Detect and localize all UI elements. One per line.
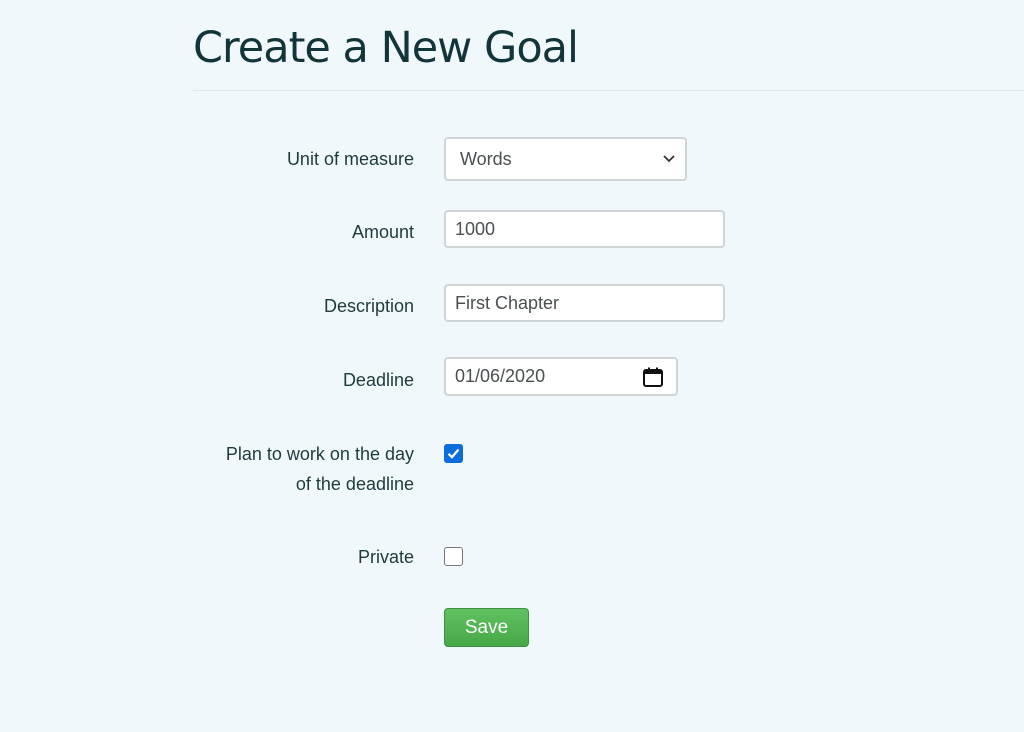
amount-label: Amount [351, 222, 414, 242]
description-value: First Chapter [455, 292, 560, 313]
private-label: Private [357, 547, 414, 567]
check-icon [447, 448, 460, 459]
amount-value: 1000 [455, 218, 496, 239]
private-checkbox[interactable] [444, 547, 463, 566]
amount-input[interactable]: 1000 [444, 210, 725, 248]
plan-deadline-label-line1: Plan to work on the day [225, 444, 414, 464]
unit-of-measure-value: Words [460, 148, 512, 169]
unit-of-measure-label: Unit of measure [286, 149, 414, 169]
calendar-icon[interactable] [642, 366, 664, 388]
unit-of-measure-select[interactable]: Words [444, 137, 687, 181]
page-title: Create a New Goal [193, 23, 579, 73]
chevron-down-icon [659, 149, 679, 169]
plan-deadline-checkbox[interactable] [444, 444, 463, 463]
description-input[interactable]: First Chapter [444, 284, 725, 322]
save-button[interactable]: Save [444, 608, 529, 647]
create-goal-page: Create a New Goal Unit of measure Words … [0, 0, 1024, 732]
description-label: Description [323, 296, 414, 316]
deadline-date-input[interactable]: 01/06/2020 [444, 357, 678, 396]
deadline-value: 01/06/2020 [455, 366, 546, 386]
plan-deadline-label-line2: of the deadline [295, 474, 414, 494]
deadline-label: Deadline [342, 370, 414, 390]
title-divider [193, 90, 1024, 91]
